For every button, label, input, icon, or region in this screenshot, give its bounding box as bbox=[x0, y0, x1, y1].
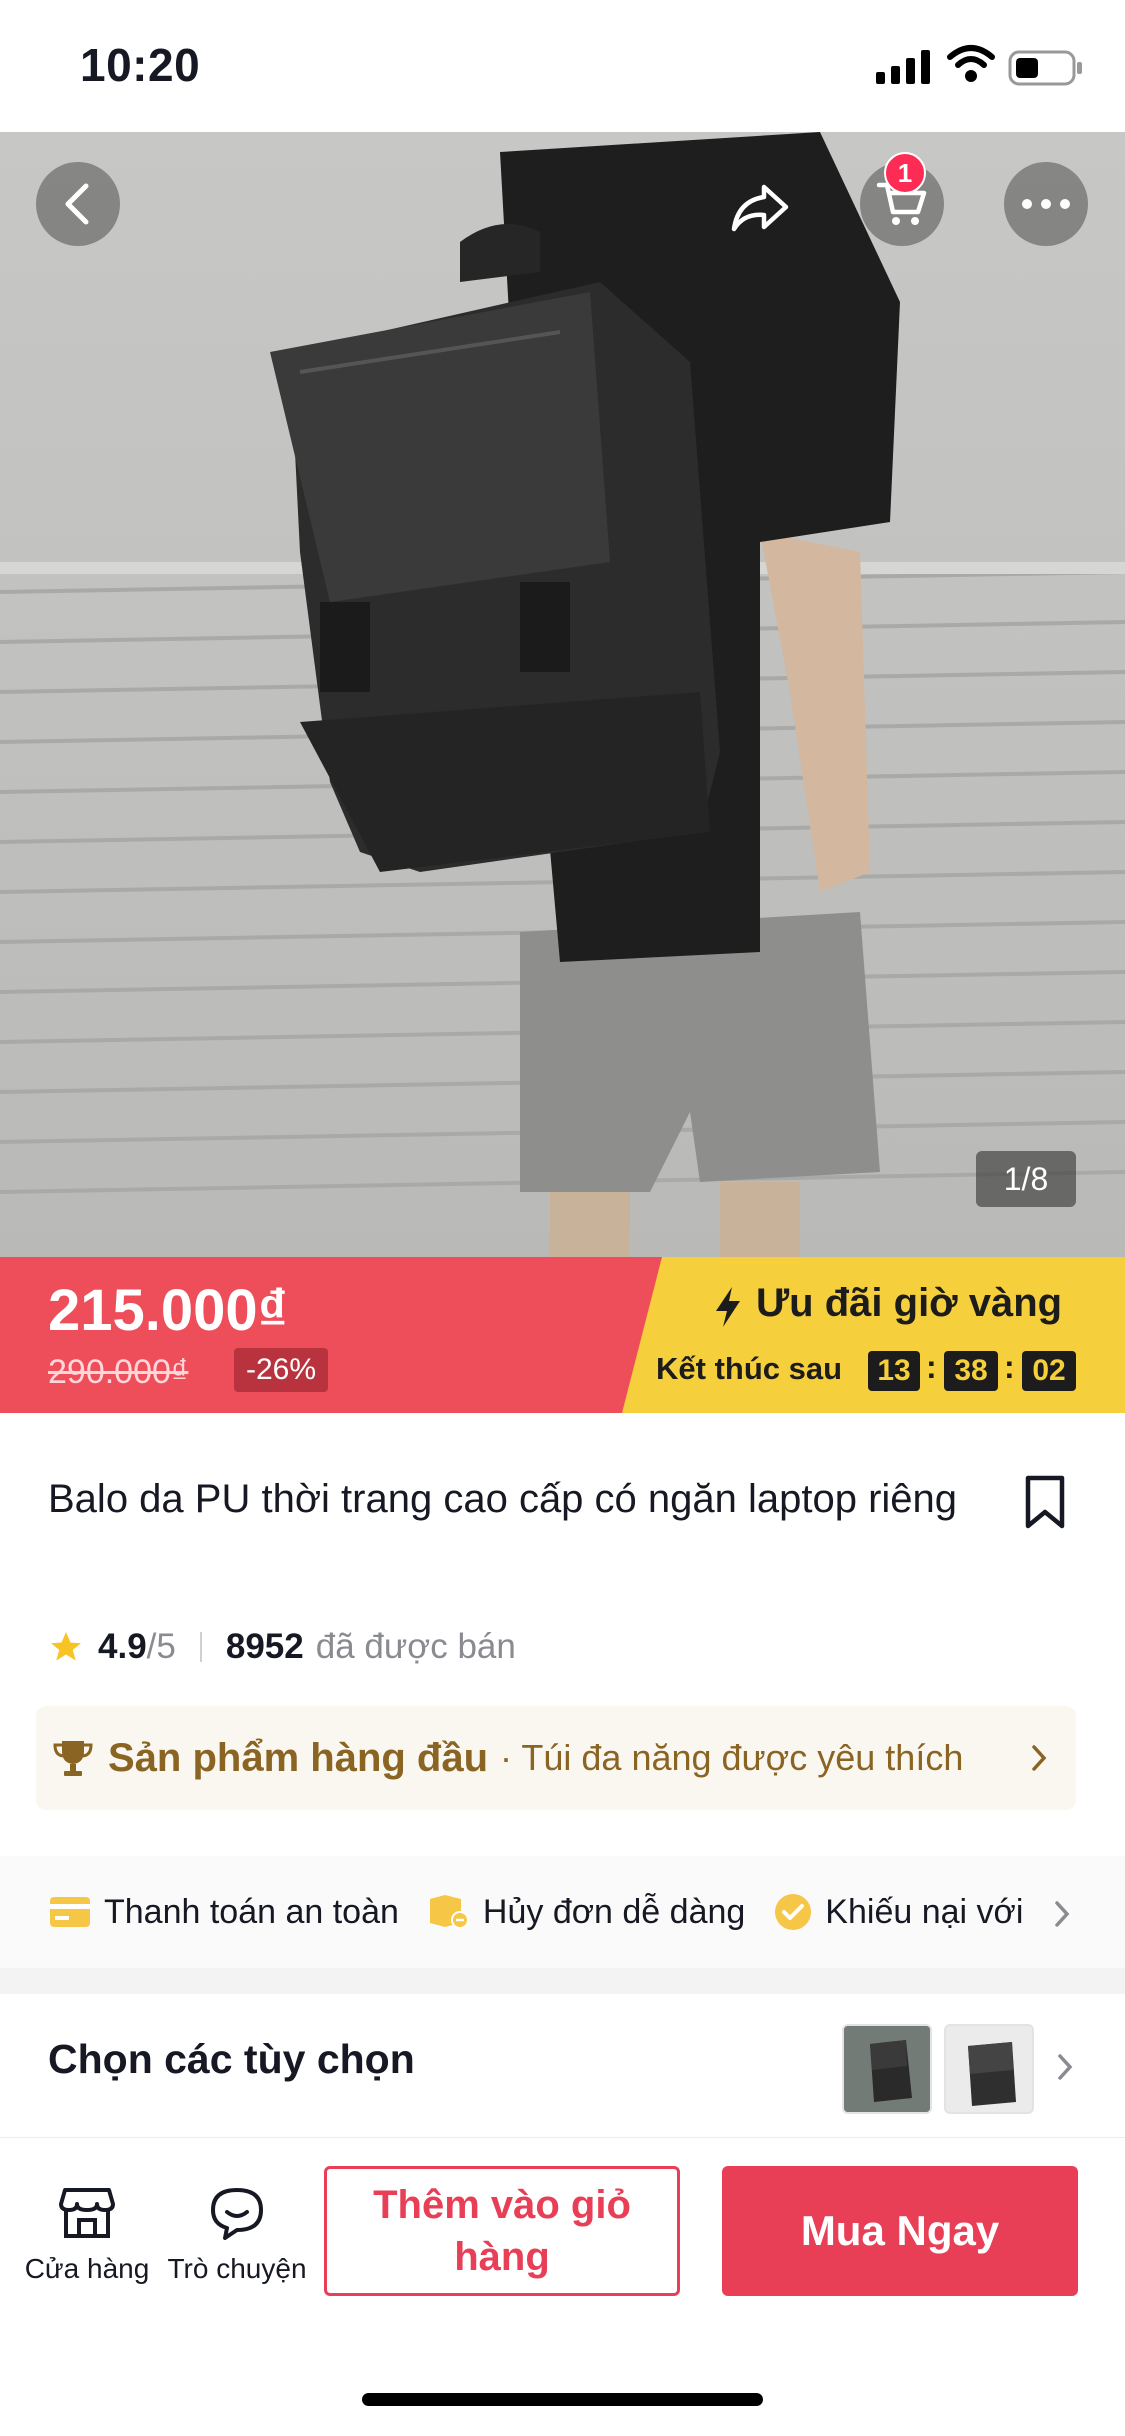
shield-check-icon bbox=[775, 1894, 812, 1930]
current-price: 215.000₫ bbox=[48, 1278, 288, 1343]
chat-button[interactable]: Trò chuyện bbox=[162, 2186, 312, 2285]
guarantee-label: Hủy đơn dễ dàng bbox=[482, 1892, 746, 1931]
status-bar: 10:20 bbox=[0, 0, 1125, 132]
cart-badge: 1 bbox=[884, 152, 926, 194]
lightning-icon bbox=[712, 1285, 744, 1334]
more-icon bbox=[1022, 199, 1070, 209]
bookmark-icon bbox=[1025, 1475, 1065, 1529]
sold-count: 8952 bbox=[225, 1627, 304, 1666]
chat-icon bbox=[211, 2188, 263, 2240]
top-product-banner[interactable]: Sản phẩm hàng đầu · Túi đa năng được yêu… bbox=[36, 1706, 1076, 1810]
chat-label: Trò chuyện bbox=[167, 2253, 307, 2284]
timer-hours: 13 bbox=[868, 1351, 920, 1391]
home-indicator bbox=[362, 2393, 763, 2406]
promo-title: Ưu đãi giờ vàng bbox=[756, 1281, 1063, 1325]
product-photo bbox=[0, 132, 1125, 1257]
backpack-thumbnail-image bbox=[946, 2026, 1032, 2112]
wifi-icon bbox=[946, 44, 996, 89]
box-cancel-icon bbox=[429, 1895, 469, 1929]
image-counter: 1/8 bbox=[976, 1151, 1076, 1207]
section-gap bbox=[0, 1968, 1125, 1994]
top-product-title: Sản phẩm hàng đầu bbox=[108, 1735, 489, 1780]
chevron-right-icon bbox=[1058, 2054, 1073, 2080]
status-time: 10:20 bbox=[80, 39, 201, 91]
options-row[interactable]: Chọn các tùy chọn bbox=[0, 1994, 1125, 2138]
bottom-action-bar: Cửa hàng Trò chuyện Thêm vào giỏ hàng Mu… bbox=[0, 2138, 1125, 2436]
rating-value: 4.9 bbox=[98, 1627, 147, 1666]
divider bbox=[199, 1632, 202, 1662]
product-image[interactable]: 1 bbox=[0, 132, 1125, 1257]
rating-max: /5 bbox=[146, 1627, 176, 1666]
timer-separator: : bbox=[1004, 1349, 1015, 1385]
shop-label: Cửa hàng bbox=[24, 2253, 150, 2284]
guarantee-label: Khiếu nại với bbox=[825, 1892, 1024, 1931]
ends-in-label: Kết thúc sau bbox=[656, 1351, 843, 1386]
bookmark-button[interactable] bbox=[1020, 1474, 1070, 1535]
rating-row[interactable]: 4.9 /5 8952 đã được bán bbox=[48, 1622, 516, 1672]
price-banner: 215.000₫ 290.000₫ -26% Ưu đãi giờ vàng K… bbox=[0, 1257, 1125, 1413]
more-button[interactable] bbox=[1004, 162, 1088, 246]
guarantee-label: Thanh toán an toàn bbox=[104, 1892, 399, 1931]
timer-minutes: 38 bbox=[944, 1351, 998, 1391]
shop-button[interactable]: Cửa hàng bbox=[12, 2186, 162, 2285]
share-button[interactable] bbox=[720, 168, 800, 248]
discount-badge: -26% bbox=[234, 1348, 329, 1392]
option-thumbnail[interactable] bbox=[842, 2024, 932, 2114]
guarantee-easy-cancel: Hủy đơn dễ dàng bbox=[427, 1893, 745, 1932]
chevron-right-icon bbox=[1055, 1901, 1070, 1927]
options-label: Chọn các tùy chọn bbox=[48, 2036, 415, 2082]
guarantee-secure-payment: Thanh toán an toàn bbox=[48, 1893, 399, 1932]
timer-seconds: 02 bbox=[1022, 1351, 1076, 1391]
store-icon bbox=[59, 2188, 115, 2238]
guarantee-row[interactable]: Thanh toán an toàn Hủy đơn dễ dàng Khiếu… bbox=[0, 1856, 1125, 1968]
buy-now-button[interactable]: Mua Ngay bbox=[722, 2166, 1078, 2296]
sold-label: đã được bán bbox=[315, 1627, 516, 1666]
option-thumbnail[interactable] bbox=[944, 2024, 1034, 2114]
credit-card-icon bbox=[50, 1897, 90, 1927]
battery-icon bbox=[1008, 50, 1084, 91]
guarantee-more-button[interactable] bbox=[1042, 1894, 1082, 1934]
backpack-thumbnail-image bbox=[844, 2026, 930, 2112]
original-price: 290.000₫ bbox=[48, 1353, 189, 1391]
trophy-icon bbox=[53, 1741, 93, 1776]
share-icon bbox=[731, 184, 789, 232]
guarantee-complaint: Khiếu nại với bbox=[773, 1892, 1023, 1932]
back-button[interactable] bbox=[36, 162, 120, 246]
star-icon bbox=[51, 1632, 81, 1661]
add-to-cart-button[interactable]: Thêm vào giỏ hàng bbox=[324, 2166, 680, 2296]
top-product-description: · Túi đa năng được yêu thích bbox=[500, 1737, 964, 1778]
chevron-right-icon bbox=[1032, 1745, 1047, 1771]
signal-icon bbox=[876, 50, 932, 84]
timer-separator: : bbox=[926, 1349, 937, 1385]
product-title: Balo da PU thời trang cao cấp có ngăn la… bbox=[48, 1477, 958, 1521]
chevron-left-icon bbox=[65, 183, 89, 225]
